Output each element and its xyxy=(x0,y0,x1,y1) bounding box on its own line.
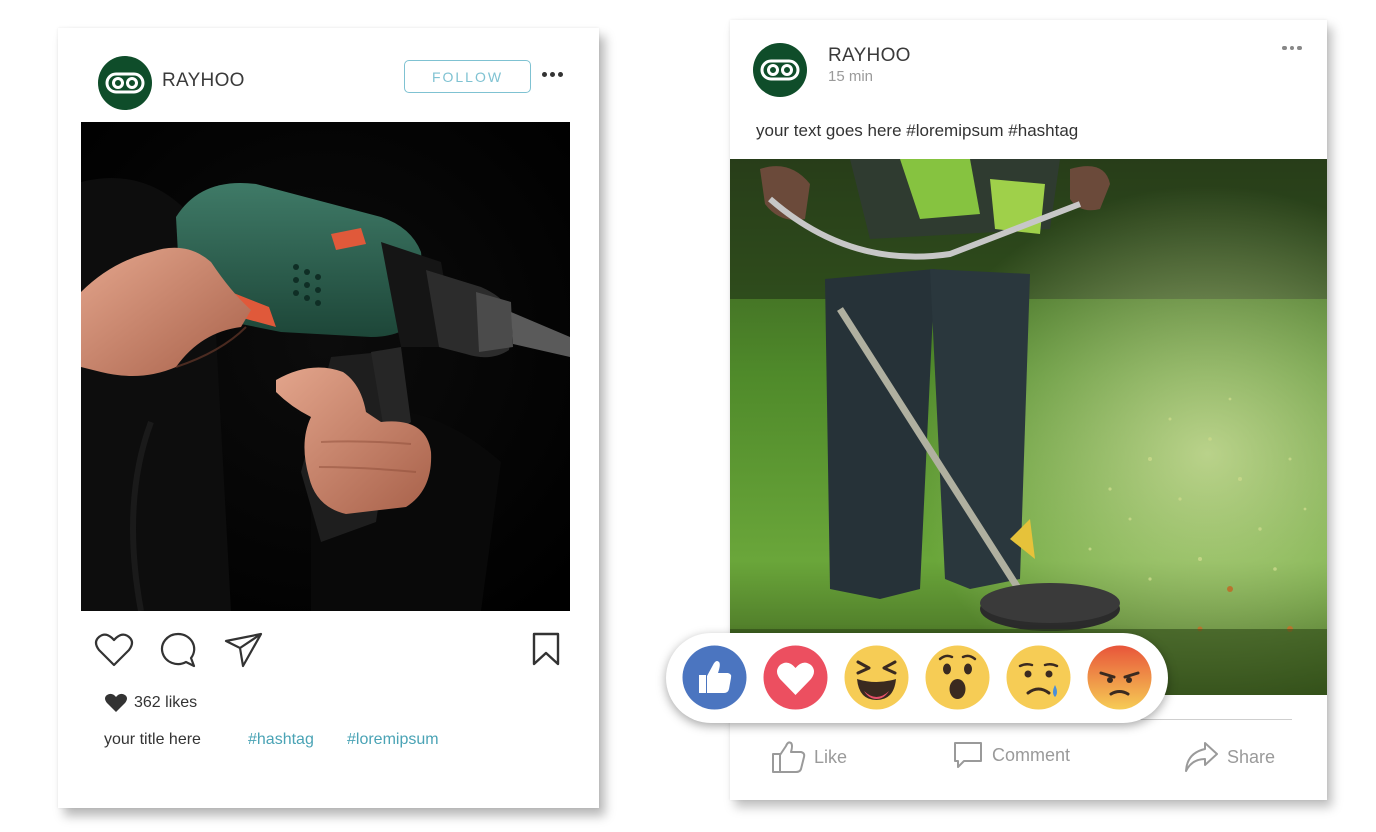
hashtag-link[interactable]: #hashtag xyxy=(248,731,314,749)
sad-reaction-icon[interactable] xyxy=(1006,645,1071,710)
logo-icon[interactable] xyxy=(753,43,807,97)
post-photo xyxy=(81,122,570,611)
more-icon[interactable] xyxy=(540,64,564,84)
wow-reaction-icon[interactable] xyxy=(925,645,990,710)
share-icon xyxy=(1185,742,1218,772)
bookmark-icon[interactable] xyxy=(531,631,561,667)
more-icon[interactable] xyxy=(1279,40,1305,56)
post-text: your text goes here #loremipsum #hashtag xyxy=(756,121,1079,140)
hashtag-link[interactable]: #loremipsum xyxy=(347,731,439,749)
comment-label: Comment xyxy=(992,744,1071,765)
comment-icon xyxy=(954,742,982,768)
angry-reaction-icon[interactable] xyxy=(1087,645,1152,710)
haha-reaction-icon[interactable] xyxy=(844,645,909,710)
share-label: Share xyxy=(1227,746,1276,767)
post-time: 15 min xyxy=(828,68,874,85)
comment-button[interactable]: Comment xyxy=(952,740,1070,770)
like-label: Like xyxy=(814,746,848,767)
heart-icon[interactable] xyxy=(94,632,134,668)
likes-count[interactable]: 362 likes xyxy=(104,693,197,713)
instagram-post-card: RAYHOO FOLLOW 362 likes your title here … xyxy=(58,28,599,808)
account-name[interactable]: RAYHOO xyxy=(162,70,245,92)
post-caption: your title here xyxy=(104,731,201,748)
share-button[interactable]: Share xyxy=(1183,740,1275,774)
love-reaction-icon[interactable] xyxy=(763,645,828,710)
follow-button[interactable]: FOLLOW xyxy=(404,60,531,93)
post-photo xyxy=(730,159,1327,695)
reaction-bar xyxy=(666,633,1168,723)
like-reaction-icon[interactable] xyxy=(682,645,747,710)
likes-text: 362 likes xyxy=(134,694,198,711)
thumbs-up-icon xyxy=(772,741,806,773)
heart-filled-icon xyxy=(105,693,127,712)
comment-icon[interactable] xyxy=(158,631,198,669)
like-button[interactable]: Like xyxy=(770,740,847,774)
logo-icon[interactable] xyxy=(98,56,152,110)
send-icon[interactable] xyxy=(223,631,265,669)
account-name[interactable]: RAYHOO xyxy=(828,45,911,67)
